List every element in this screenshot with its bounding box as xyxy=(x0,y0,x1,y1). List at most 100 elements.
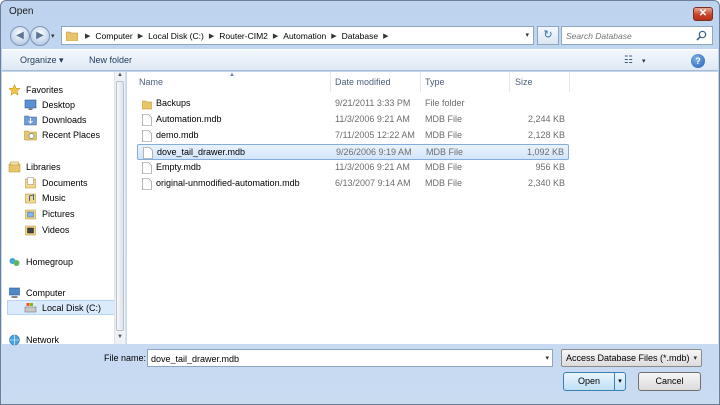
file-icon xyxy=(142,130,152,142)
nav-recent-places[interactable]: Recent Places xyxy=(24,127,100,142)
computer-icon xyxy=(9,287,20,298)
file-name-dropdown-icon[interactable]: ▾ xyxy=(545,354,549,362)
file-name: original-unmodified-automation.mdb xyxy=(156,178,300,188)
star-icon xyxy=(8,83,21,96)
file-type: MDB File xyxy=(425,162,463,172)
help-icon[interactable]: ? xyxy=(691,54,705,68)
network-icon xyxy=(9,334,20,345)
address-dropdown-icon[interactable]: ▾ xyxy=(525,31,529,39)
file-row-selected[interactable]: dove_tail_drawer.mdb 9/26/2006 9:19 AM M… xyxy=(137,144,569,160)
file-row[interactable]: original-unmodified-automation.mdb 6/13/… xyxy=(137,176,569,192)
breadcrumb-local-disk[interactable]: Local Disk (C:) xyxy=(148,31,204,41)
file-size: 2,340 KB xyxy=(527,178,565,188)
recent-pages-dropdown[interactable]: ▾ xyxy=(51,32,55,40)
breadcrumb-database[interactable]: Database xyxy=(342,31,378,41)
scroll-up-icon[interactable]: ▲ xyxy=(117,72,123,78)
nav-homegroup[interactable]: Homegroup xyxy=(8,254,73,269)
scrollbar-thumb[interactable] xyxy=(116,81,124,331)
open-split-dropdown-icon[interactable]: ▾ xyxy=(614,373,625,390)
libraries-icon xyxy=(8,161,21,172)
nav-network[interactable]: Network xyxy=(8,332,59,347)
file-type-select[interactable]: Access Database Files (*.mdb) ▾ xyxy=(561,349,702,367)
window-title: Open xyxy=(9,6,34,17)
file-size: 2,244 KB xyxy=(527,114,565,124)
nav-videos[interactable]: Videos xyxy=(24,222,69,237)
recent-places-icon xyxy=(24,130,37,140)
nav-music[interactable]: Music xyxy=(24,190,66,205)
nav-libraries[interactable]: Libraries xyxy=(8,159,61,174)
file-name: demo.mdb xyxy=(156,130,199,140)
breadcrumb-automation[interactable]: Automation xyxy=(283,31,326,41)
view-options-icon[interactable]: ☷ xyxy=(624,55,633,66)
nav-recent-places-label: Recent Places xyxy=(42,129,101,140)
cancel-button[interactable]: Cancel xyxy=(638,372,701,391)
nav-pictures[interactable]: Pictures xyxy=(24,206,75,221)
file-date: 11/3/2006 9:21 AM xyxy=(335,162,410,172)
refresh-button[interactable]: ↻ xyxy=(537,26,559,45)
nav-computer[interactable]: Computer xyxy=(8,285,66,300)
open-dialog: Open ✕ ◀ ▶ ▾ ▶ Computer ▶ Local Disk (C:… xyxy=(0,0,720,405)
file-type-dropdown-icon[interactable]: ▾ xyxy=(693,354,697,362)
back-button[interactable]: ◀ xyxy=(10,26,30,46)
nav-favorites-label: Favorites xyxy=(26,84,64,95)
nav-desktop[interactable]: Desktop xyxy=(24,97,75,112)
chevron-right-icon[interactable]: ▶ xyxy=(383,32,388,40)
address-bar[interactable]: ▶ Computer ▶ Local Disk (C:) ▶ Router-CI… xyxy=(61,26,534,45)
view-dropdown-icon[interactable]: ▾ xyxy=(642,57,646,65)
chevron-right-icon[interactable]: ▶ xyxy=(138,32,143,40)
file-size: 956 KB xyxy=(535,162,565,172)
column-name-label: Name xyxy=(139,77,164,87)
column-header-size[interactable]: Size xyxy=(510,72,570,92)
documents-icon xyxy=(25,176,36,188)
chevron-right-icon[interactable]: ▶ xyxy=(209,32,214,40)
file-icon xyxy=(142,162,152,174)
column-header-date[interactable]: Date modified xyxy=(331,72,421,92)
file-name-combobox[interactable]: ▾ xyxy=(147,349,553,367)
navpane-scrollbar[interactable]: ▲ ▼ xyxy=(114,72,125,344)
file-type: MDB File xyxy=(425,178,463,188)
chevron-right-icon[interactable]: ▶ xyxy=(331,32,336,40)
column-size-label: Size xyxy=(515,77,533,87)
nav-local-disk[interactable]: Local Disk (C:) xyxy=(7,300,116,315)
forward-button[interactable]: ▶ xyxy=(30,26,50,46)
column-type-label: Type xyxy=(425,77,445,87)
breadcrumb: ▶ Computer ▶ Local Disk (C:) ▶ Router-CI… xyxy=(80,27,393,44)
file-row[interactable]: Backups 9/21/2011 3:33 PM File folder xyxy=(137,96,569,112)
organize-button[interactable]: Organize ▾ xyxy=(20,55,64,66)
file-size: 1,092 KB xyxy=(526,147,564,157)
file-name: Empty.mdb xyxy=(156,162,201,172)
pictures-icon xyxy=(25,209,36,219)
scroll-down-icon[interactable]: ▼ xyxy=(117,334,123,340)
search-icon[interactable] xyxy=(696,30,707,41)
search-box[interactable] xyxy=(561,26,713,45)
file-type: File folder xyxy=(425,98,465,108)
file-size: 2,128 KB xyxy=(527,130,565,140)
chevron-right-icon[interactable]: ▶ xyxy=(85,32,90,40)
close-button[interactable]: ✕ xyxy=(693,7,713,21)
file-row[interactable]: demo.mdb 7/11/2005 12:22 AM MDB File 2,1… xyxy=(137,128,569,144)
file-type-value: Access Database Files (*.mdb) xyxy=(566,353,690,363)
nav-documents[interactable]: Documents xyxy=(24,175,88,190)
chevron-right-icon[interactable]: ▶ xyxy=(273,32,278,40)
search-input[interactable] xyxy=(566,29,694,42)
open-button-label: Open xyxy=(577,376,601,386)
open-button[interactable]: Open ▾ xyxy=(563,372,626,391)
file-name-field[interactable] xyxy=(151,352,531,365)
file-type: MDB File xyxy=(425,130,463,140)
hard-drive-icon xyxy=(24,302,37,312)
command-bar: Organize ▾ New folder ☷ ▾ ? xyxy=(2,49,718,71)
nav-pictures-label: Pictures xyxy=(42,208,75,219)
file-row[interactable]: Automation.mdb 11/3/2006 9:21 AM MDB Fil… xyxy=(137,112,569,128)
breadcrumb-computer[interactable]: Computer xyxy=(95,31,132,41)
file-icon xyxy=(142,114,152,126)
nav-downloads-label: Downloads xyxy=(42,114,87,125)
column-header-type[interactable]: Type xyxy=(421,72,510,92)
breadcrumb-router-cim2[interactable]: Router-CIM2 xyxy=(219,31,268,41)
file-name: Automation.mdb xyxy=(156,114,222,124)
nav-downloads[interactable]: Downloads xyxy=(24,112,87,127)
new-folder-button[interactable]: New folder xyxy=(89,55,132,65)
nav-favorites[interactable]: Favorites xyxy=(8,82,63,97)
file-row[interactable]: Empty.mdb 11/3/2006 9:21 AM MDB File 956… xyxy=(137,160,569,176)
nav-libraries-label: Libraries xyxy=(26,161,61,172)
column-header-name[interactable]: Name ▲ xyxy=(127,72,331,92)
